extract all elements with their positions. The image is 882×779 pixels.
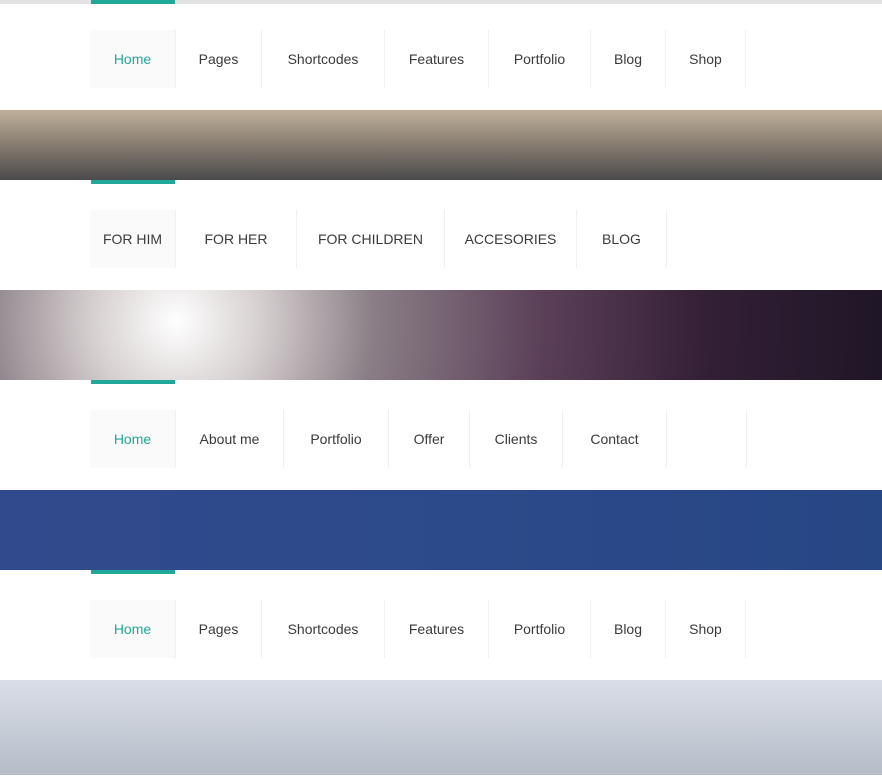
menu-item-for-her[interactable]: FOR HER [176,210,297,268]
menu-item-empty [667,410,747,468]
origami-gray-banner [0,680,882,775]
nav-block-3: Home About me Portfolio Offer Clients Co… [0,380,882,490]
menu-item-pages[interactable]: Pages [176,30,262,88]
active-indicator [91,380,175,384]
menu-item-contact[interactable]: Contact [563,410,667,468]
main-menu-2: FOR HIM FOR HER FOR CHILDREN ACCESORIES … [90,210,667,268]
menu-item-about-me[interactable]: About me [176,410,284,468]
space-banner [0,290,882,380]
menu-item-clients[interactable]: Clients [470,410,563,468]
main-menu-3: Home About me Portfolio Offer Clients Co… [90,410,747,468]
menu-item-offer[interactable]: Offer [389,410,470,468]
menu-item-features[interactable]: Features [385,600,489,658]
menu-item-shop[interactable]: Shop [666,30,746,88]
menu-item-blog[interactable]: Blog [591,600,666,658]
menu-item-home[interactable]: Home [90,410,176,468]
menu-item-home[interactable]: Home [90,30,176,88]
menu-item-blog[interactable]: BLOG [577,210,667,268]
main-menu-1: Home Pages Shortcodes Features Portfolio… [90,30,746,88]
origami-blue-banner [0,490,882,570]
nav-block-4: Home Pages Shortcodes Features Portfolio… [0,570,882,680]
menu-item-home[interactable]: Home [90,600,176,658]
active-indicator [91,570,175,574]
nav-block-1: Home Pages Shortcodes Features Portfolio… [0,0,882,110]
menu-item-for-him[interactable]: FOR HIM [90,210,176,268]
active-indicator [91,0,175,4]
menu-item-features[interactable]: Features [385,30,489,88]
city-aerial-banner [0,110,882,180]
menu-item-portfolio[interactable]: Portfolio [284,410,389,468]
menu-item-portfolio[interactable]: Portfolio [489,600,591,658]
menu-item-for-children[interactable]: FOR CHILDREN [297,210,445,268]
menu-item-shortcodes[interactable]: Shortcodes [262,30,385,88]
menu-item-shop[interactable]: Shop [666,600,746,658]
active-indicator [91,180,175,184]
menu-item-accesories[interactable]: ACCESORIES [445,210,577,268]
nav-block-2: FOR HIM FOR HER FOR CHILDREN ACCESORIES … [0,180,882,290]
menu-item-portfolio[interactable]: Portfolio [489,30,591,88]
main-menu-4: Home Pages Shortcodes Features Portfolio… [90,600,746,658]
menu-item-shortcodes[interactable]: Shortcodes [262,600,385,658]
menu-item-pages[interactable]: Pages [176,600,262,658]
menu-item-blog[interactable]: Blog [591,30,666,88]
